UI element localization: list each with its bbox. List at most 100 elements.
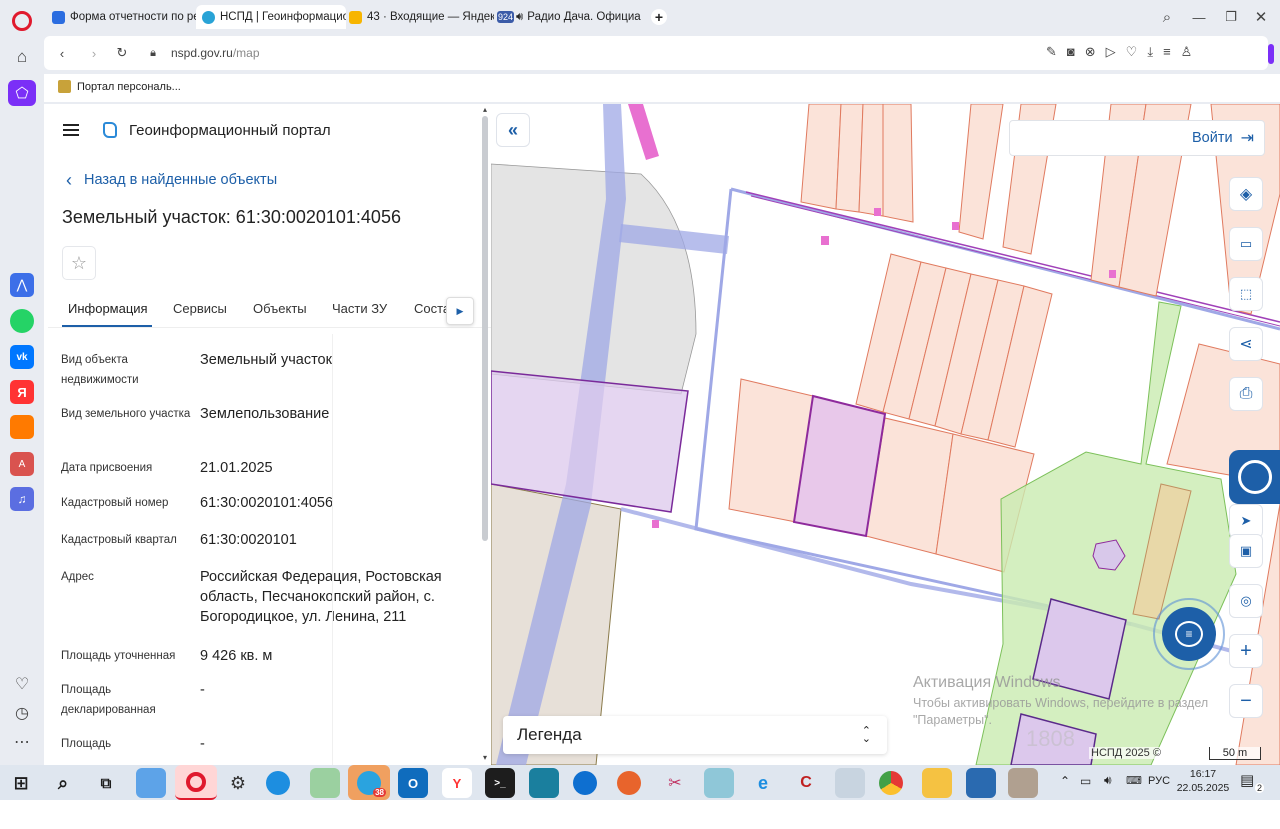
taskbar-search-icon[interactable]: ⌕ bbox=[48, 768, 78, 798]
photos-app-icon[interactable] bbox=[529, 768, 559, 798]
profile-icon[interactable]: ♙ bbox=[1181, 44, 1193, 62]
tab-yandex-mail[interactable]: 43 · Входящие — Яндекс bbox=[346, 5, 494, 29]
scroll-down-icon[interactable]: ▾ bbox=[480, 752, 490, 762]
feedback-tab-icon[interactable] bbox=[1229, 450, 1280, 504]
more-icon[interactable]: ⋯ bbox=[12, 732, 32, 752]
music-icon[interactable]: ♫ bbox=[10, 487, 34, 511]
translate-icon[interactable]: A bbox=[10, 452, 34, 476]
app-icon-generic[interactable] bbox=[704, 768, 734, 798]
tab-radio-dacha[interactable]: 924 🔊︎ Радио Дача. Официа bbox=[497, 5, 647, 29]
tab-report-form[interactable]: Форма отчетности по ре bbox=[46, 5, 196, 29]
photoshop-app-icon[interactable] bbox=[966, 768, 996, 798]
object-info-panel: Геоинформационный портал ‹ Назад в найде… bbox=[48, 104, 491, 765]
tray-chevron-icon[interactable]: ⌃ bbox=[1060, 774, 1070, 788]
network-icon[interactable]: ▭ bbox=[1080, 774, 1091, 788]
active-tab-indicator bbox=[62, 325, 152, 327]
clock[interactable]: 16:17 22.05.2025 bbox=[1176, 767, 1230, 795]
chrome-app-icon[interactable] bbox=[879, 771, 903, 795]
ie-app-icon[interactable]: e bbox=[748, 768, 778, 798]
area-select-button[interactable]: ⬚ bbox=[1229, 277, 1263, 311]
login-button[interactable]: Войти ⇥ bbox=[1009, 120, 1265, 156]
collapse-panel-button[interactable]: « bbox=[496, 113, 530, 147]
folder-app-icon[interactable] bbox=[922, 768, 952, 798]
favorite-heart-icon[interactable]: ♡ bbox=[1126, 44, 1138, 62]
opera-app-icon[interactable] bbox=[175, 765, 217, 800]
new-tab-button[interactable]: + bbox=[651, 9, 667, 25]
mail-favicon-icon bbox=[349, 10, 362, 24]
teamviewer-app-icon[interactable] bbox=[573, 771, 597, 795]
start-icon[interactable]: ⊞ bbox=[6, 768, 36, 798]
volume-icon[interactable]: 🔊︎ bbox=[1104, 773, 1112, 788]
yandex-icon[interactable]: Я bbox=[10, 380, 34, 404]
map-view[interactable]: « Войти ⇥ ◈ ▭ ⬚ ⋖ ⎙ ➤ ▣ ◎ + − ≡ Легенда … bbox=[491, 104, 1280, 765]
opera-logo-icon[interactable] bbox=[12, 11, 32, 31]
favorite-star-button[interactable]: ☆ bbox=[62, 246, 96, 280]
menu-lines-icon[interactable]: ≡ bbox=[1163, 44, 1171, 62]
tab-parts[interactable]: Части ЗУ bbox=[332, 301, 387, 316]
keyboard-icon[interactable]: ⌨ bbox=[1126, 774, 1142, 787]
close-window-icon[interactable]: ✕ bbox=[1252, 8, 1270, 26]
whatsapp-icon[interactable] bbox=[10, 309, 34, 333]
tab-objects[interactable]: Объекты bbox=[253, 301, 307, 316]
notifications-icon[interactable]: ▤ 2 bbox=[1240, 771, 1264, 793]
reload-icon[interactable]: ↻ bbox=[114, 45, 130, 61]
ccleaner-app-icon[interactable]: C bbox=[791, 768, 821, 798]
minimap-button[interactable]: ▣ bbox=[1229, 534, 1263, 568]
tab-composition[interactable]: Соста bbox=[414, 301, 450, 316]
vk-icon[interactable]: vk bbox=[10, 345, 34, 369]
hamburger-menu-icon[interactable] bbox=[63, 124, 79, 136]
aria-icon[interactable]: ⋀ bbox=[10, 273, 34, 297]
edit-icon[interactable]: ✎ bbox=[1046, 44, 1057, 62]
printer-app-icon[interactable] bbox=[835, 768, 865, 798]
explorer-app-icon[interactable] bbox=[136, 768, 166, 798]
sidebar-toggle[interactable] bbox=[1268, 44, 1274, 64]
download-icon[interactable]: ⤓ bbox=[1147, 44, 1153, 62]
home-icon[interactable]: ⌂ bbox=[12, 47, 32, 67]
edge-app-icon[interactable] bbox=[266, 771, 290, 795]
share-button[interactable]: ⋖ bbox=[1229, 327, 1263, 361]
speed-dial-icon[interactable]: ⬠ bbox=[8, 80, 36, 106]
locate-button[interactable]: ◎ bbox=[1229, 584, 1263, 618]
task-view-icon[interactable]: ⧉ bbox=[91, 768, 121, 798]
tab-information[interactable]: Информация bbox=[68, 301, 148, 316]
scroll-up-icon[interactable]: ▴ bbox=[480, 104, 490, 114]
play-icon[interactable]: ▷ bbox=[1106, 44, 1116, 62]
paint-app-icon[interactable] bbox=[310, 768, 340, 798]
snip-app-icon[interactable]: ✂ bbox=[660, 768, 690, 798]
chat-button[interactable]: ≡ bbox=[1162, 607, 1216, 661]
telegram-app-icon[interactable]: 38 bbox=[348, 765, 390, 800]
back-to-results-link[interactable]: ‹ Назад в найденные объекты bbox=[66, 171, 277, 189]
history-icon[interactable]: ◷ bbox=[12, 703, 32, 723]
navigation-button[interactable]: ➤ bbox=[1229, 504, 1263, 538]
cadastral-map[interactable] bbox=[491, 104, 1280, 765]
back-icon[interactable]: ‹ bbox=[54, 45, 70, 61]
ruler-button[interactable]: ▭ bbox=[1229, 227, 1263, 261]
firefox-app-icon[interactable] bbox=[617, 771, 641, 795]
yandex-browser-icon[interactable]: Y bbox=[442, 768, 472, 798]
heart-icon[interactable]: ♡ bbox=[12, 674, 32, 694]
print-button[interactable]: ⎙ bbox=[1229, 377, 1263, 411]
forward-icon[interactable]: › bbox=[86, 45, 102, 61]
url-field[interactable]: nspd.gov.ru/map bbox=[171, 46, 260, 60]
zoom-in-button[interactable]: + bbox=[1229, 634, 1263, 668]
panel-scrollbar[interactable] bbox=[482, 116, 488, 541]
app-icon-person[interactable] bbox=[1008, 768, 1038, 798]
search-tabs-icon[interactable]: ⌕ bbox=[1158, 8, 1176, 26]
mail-icon[interactable] bbox=[10, 415, 34, 439]
tabs-scroll-right-button[interactable]: ▶ bbox=[446, 297, 474, 325]
terminal-app-icon[interactable]: >_ bbox=[485, 768, 515, 798]
tab-services[interactable]: Сервисы bbox=[173, 301, 227, 316]
row-area: Площадь - bbox=[61, 736, 205, 752]
chevron-updown-icon: ⌃ ⌄ bbox=[861, 725, 871, 745]
outlook-app-icon[interactable]: O bbox=[398, 768, 428, 798]
minimize-icon[interactable]: — bbox=[1190, 8, 1208, 26]
legend-dropdown[interactable]: Легенда ⌃ ⌄ bbox=[503, 716, 887, 754]
settings-app-icon[interactable]: ⚙ bbox=[223, 768, 253, 798]
bookmark-portal[interactable]: Портал персональ... bbox=[58, 80, 181, 93]
language-indicator[interactable]: РУС bbox=[1148, 775, 1170, 787]
camera-icon[interactable]: ◙ bbox=[1067, 44, 1075, 62]
layers-button[interactable]: ◈ bbox=[1229, 177, 1263, 211]
tab-nspd[interactable]: НСПД | Геоинформацион bbox=[196, 5, 346, 29]
restore-icon[interactable]: ❐ bbox=[1222, 8, 1240, 26]
shield-icon[interactable]: ⊗ bbox=[1085, 44, 1096, 62]
